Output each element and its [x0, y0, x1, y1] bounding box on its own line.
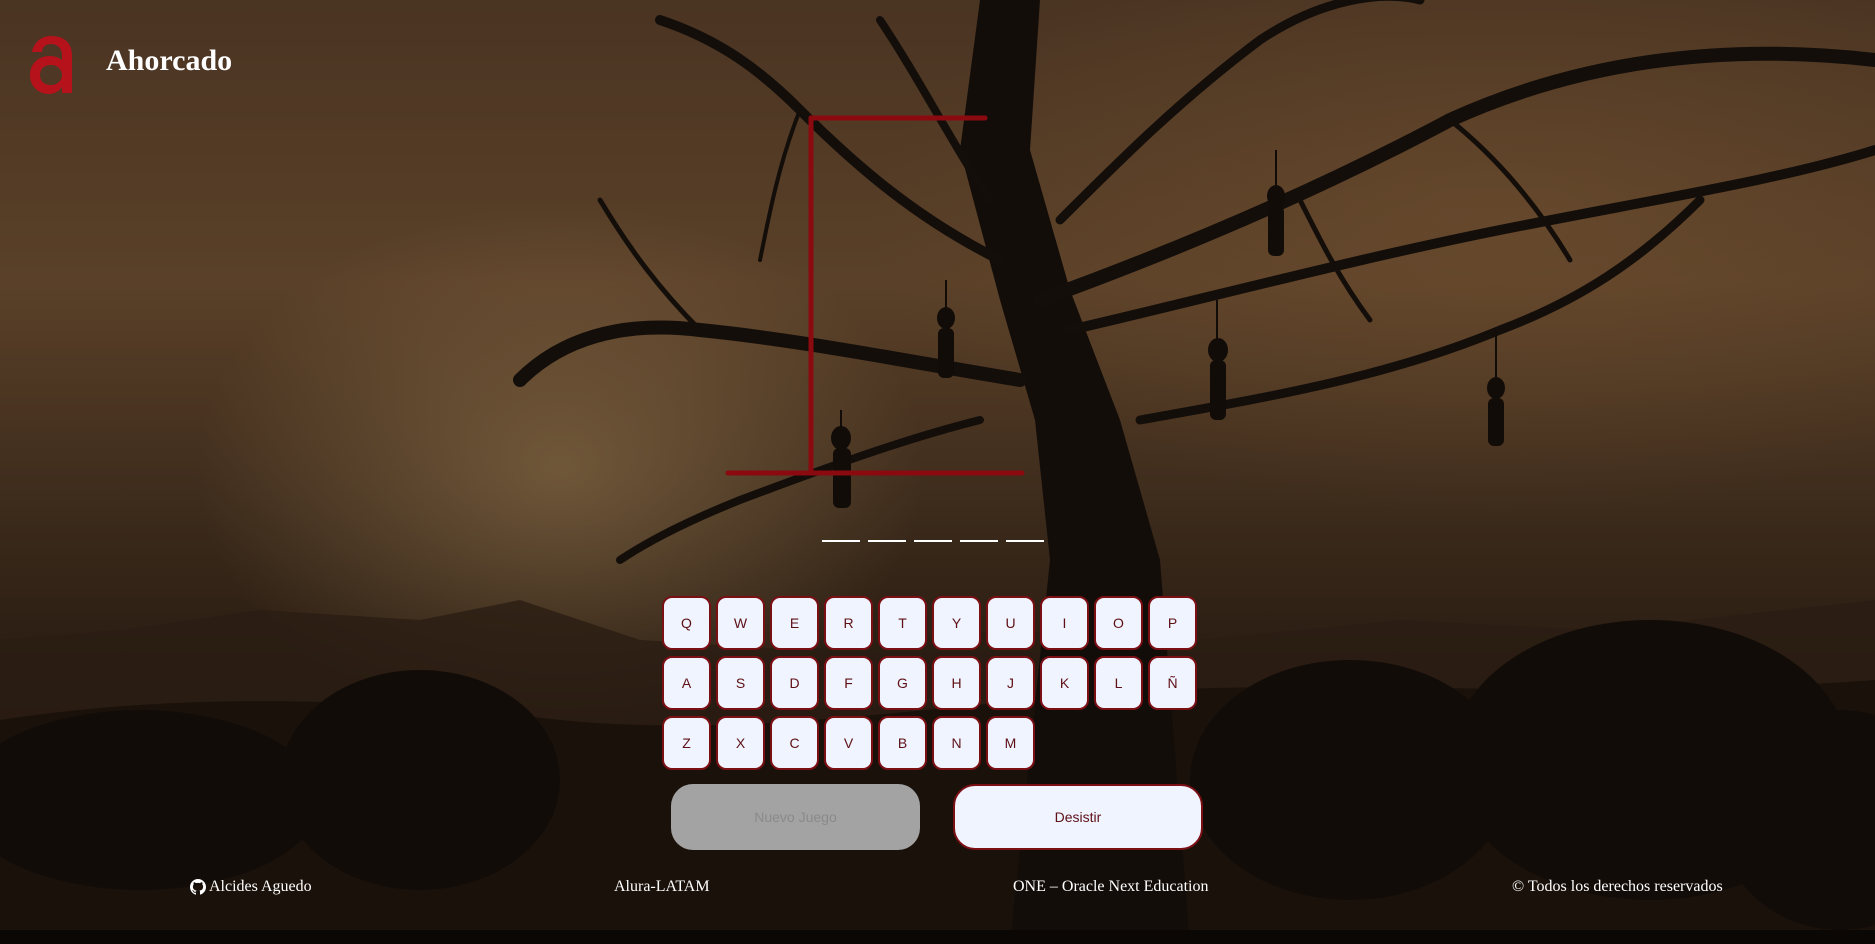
letter-slot	[822, 540, 860, 542]
page-title: Ahorcado	[106, 44, 233, 77]
word-slots	[822, 540, 1044, 542]
key-u[interactable]: U	[986, 596, 1035, 650]
key-f[interactable]: F	[824, 656, 873, 710]
new-game-button[interactable]: Nuevo Juego	[671, 784, 920, 850]
key-p[interactable]: P	[1148, 596, 1197, 650]
footer-author-link[interactable]: Alcides Aguedo	[190, 878, 312, 896]
key-h[interactable]: H	[932, 656, 981, 710]
key-e[interactable]: E	[770, 596, 819, 650]
key-v[interactable]: V	[824, 716, 873, 770]
gallows-drawing	[725, 115, 1025, 476]
key-j[interactable]: J	[986, 656, 1035, 710]
footer-program-link[interactable]: ONE – Oracle Next Education	[1013, 878, 1208, 896]
letter-keyboard: Q W E R T Y U I O P A S D F G H J K L Ñ …	[662, 596, 1202, 776]
key-d[interactable]: D	[770, 656, 819, 710]
key-c[interactable]: C	[770, 716, 819, 770]
key-r[interactable]: R	[824, 596, 873, 650]
key-enie[interactable]: Ñ	[1148, 656, 1197, 710]
keyboard-row-2: A S D F G H J K L Ñ	[662, 656, 1202, 710]
key-o[interactable]: O	[1094, 596, 1143, 650]
footer-rights: © Todos los derechos reservados	[1512, 878, 1723, 895]
key-l[interactable]: L	[1094, 656, 1143, 710]
alura-logo-icon	[28, 30, 74, 96]
letter-slot	[868, 540, 906, 542]
give-up-button[interactable]: Desistir	[953, 784, 1203, 850]
key-x[interactable]: X	[716, 716, 765, 770]
author-name: Alcides Aguedo	[209, 878, 312, 895]
github-icon	[190, 879, 206, 895]
key-b[interactable]: B	[878, 716, 927, 770]
key-a[interactable]: A	[662, 656, 711, 710]
key-y[interactable]: Y	[932, 596, 981, 650]
key-t[interactable]: T	[878, 596, 927, 650]
key-z[interactable]: Z	[662, 716, 711, 770]
letter-slot	[914, 540, 952, 542]
footer-org-link[interactable]: Alura-LATAM	[614, 878, 710, 896]
key-w[interactable]: W	[716, 596, 765, 650]
key-i[interactable]: I	[1040, 596, 1089, 650]
keyboard-row-3: Z X C V B N M	[662, 716, 1202, 770]
key-g[interactable]: G	[878, 656, 927, 710]
key-k[interactable]: K	[1040, 656, 1089, 710]
letter-slot	[1006, 540, 1044, 542]
letter-slot	[960, 540, 998, 542]
keyboard-row-1: Q W E R T Y U I O P	[662, 596, 1202, 650]
key-m[interactable]: M	[986, 716, 1035, 770]
key-s[interactable]: S	[716, 656, 765, 710]
key-q[interactable]: Q	[662, 596, 711, 650]
key-n[interactable]: N	[932, 716, 981, 770]
